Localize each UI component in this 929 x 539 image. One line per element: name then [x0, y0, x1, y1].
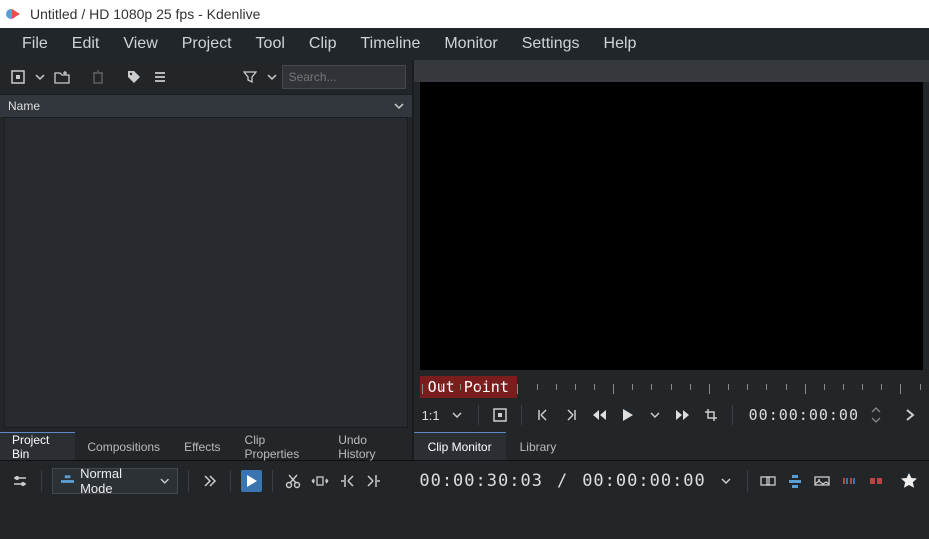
monitor-timecode[interactable]: 00:00:00:00	[749, 406, 859, 424]
zoom-label[interactable]: 1:1	[422, 408, 440, 423]
menu-bar: File Edit View Project Tool Clip Timelin…	[0, 28, 929, 60]
settings-sliders-icon[interactable]	[10, 470, 31, 492]
tab-clip-monitor[interactable]: Clip Monitor	[414, 432, 506, 460]
right-tabs: Clip Monitor Library	[414, 432, 929, 460]
clip-monitor-view[interactable]: Out Point	[420, 82, 923, 370]
left-tabs: Project Bin Compositions Effects Clip Pr…	[0, 432, 412, 460]
chevron-down-icon[interactable]	[32, 65, 48, 89]
favorite-effects-icon[interactable]	[785, 470, 806, 492]
tab-undo-history[interactable]: Undo History	[326, 432, 411, 460]
main-area: Name Project Bin Compositions Effects Cl…	[0, 60, 929, 460]
menu-timeline[interactable]: Timeline	[350, 31, 430, 57]
chevron-down-icon[interactable]	[644, 404, 666, 426]
add-clip-icon[interactable]	[6, 65, 30, 89]
timeline-position-tc[interactable]: 00:00:30:03	[419, 471, 543, 491]
search-input[interactable]	[282, 65, 406, 89]
normal-mode-icon	[61, 475, 74, 487]
bin-name-header[interactable]: Name	[0, 95, 412, 117]
chevron-down-icon[interactable]	[446, 404, 468, 426]
menu-tool[interactable]: Tool	[246, 31, 295, 57]
window-title: Untitled / HD 1080p 25 fps - Kdenlive	[30, 6, 260, 22]
tab-library[interactable]: Library	[506, 432, 571, 460]
app-logo-icon	[6, 6, 22, 22]
bin-name-header-label: Name	[8, 99, 40, 113]
tab-compositions[interactable]: Compositions	[75, 432, 172, 460]
hamburger-icon[interactable]	[148, 65, 172, 89]
tab-clip-properties[interactable]: Clip Properties	[233, 432, 327, 460]
delete-clip-icon[interactable]	[86, 65, 110, 89]
zone-in-icon[interactable]	[337, 470, 358, 492]
menu-project[interactable]: Project	[172, 31, 242, 57]
track-compositing-icon[interactable]	[199, 470, 220, 492]
chevron-down-icon	[160, 476, 169, 486]
filter-icon[interactable]	[238, 65, 262, 89]
monitor-panel: Out Point 1:1 00	[412, 60, 929, 460]
show-markers-icon[interactable]	[865, 470, 886, 492]
bin-toolbar	[0, 60, 412, 95]
timeline-toolbar: Normal Mode 00:00:30:03 / 00:00:00:00	[0, 460, 929, 501]
zone-start-icon[interactable]	[532, 404, 554, 426]
tab-effects[interactable]: Effects	[172, 432, 232, 460]
menu-edit[interactable]: Edit	[62, 31, 110, 57]
menu-view[interactable]: View	[113, 31, 167, 57]
tag-icon[interactable]	[122, 65, 146, 89]
timecode-separator: /	[557, 471, 568, 491]
menu-clip[interactable]: Clip	[299, 31, 347, 57]
menu-settings[interactable]: Settings	[512, 31, 590, 57]
monitor-ruler[interactable]	[420, 370, 923, 398]
crop-icon[interactable]	[700, 404, 722, 426]
window-titlebar: Untitled / HD 1080p 25 fps - Kdenlive	[0, 0, 929, 28]
zone-end-icon[interactable]	[560, 404, 582, 426]
set-in-point-icon[interactable]	[489, 404, 511, 426]
chevron-down-icon[interactable]	[264, 65, 280, 89]
chevron-down-icon[interactable]	[716, 470, 737, 492]
bin-empty-area[interactable]	[4, 117, 408, 428]
edit-mode-selector[interactable]: Normal Mode	[52, 468, 178, 494]
add-folder-icon[interactable]	[50, 65, 74, 89]
play-icon[interactable]	[616, 404, 638, 426]
favorite-star-icon[interactable]	[898, 470, 919, 492]
show-audio-thumbnails-icon[interactable]	[838, 470, 859, 492]
monitor-header	[414, 60, 929, 82]
timeline-duration-tc[interactable]: 00:00:00:00	[582, 471, 706, 491]
select-tool-icon[interactable]	[241, 470, 262, 492]
chevron-down-icon	[394, 101, 404, 111]
project-bin-panel: Name Project Bin Compositions Effects Cl…	[0, 60, 412, 460]
menu-file[interactable]: File	[12, 31, 58, 57]
tab-project-bin[interactable]: Project Bin	[0, 432, 75, 460]
timecode-stepper-icon[interactable]	[865, 404, 887, 426]
monitor-controls: 1:1 00:00:00:00	[414, 398, 929, 432]
menu-help[interactable]: Help	[594, 31, 647, 57]
spacer-tool-icon[interactable]	[310, 470, 331, 492]
forward-icon[interactable]	[672, 404, 694, 426]
chevron-right-icon[interactable]	[899, 404, 921, 426]
rewind-icon[interactable]	[588, 404, 610, 426]
edit-mode-label: Normal Mode	[80, 466, 154, 496]
zone-out-icon[interactable]	[363, 470, 384, 492]
mix-clips-icon[interactable]	[758, 470, 779, 492]
razor-tool-icon[interactable]	[283, 470, 304, 492]
menu-monitor[interactable]: Monitor	[434, 31, 507, 57]
show-video-thumbnails-icon[interactable]	[811, 470, 832, 492]
